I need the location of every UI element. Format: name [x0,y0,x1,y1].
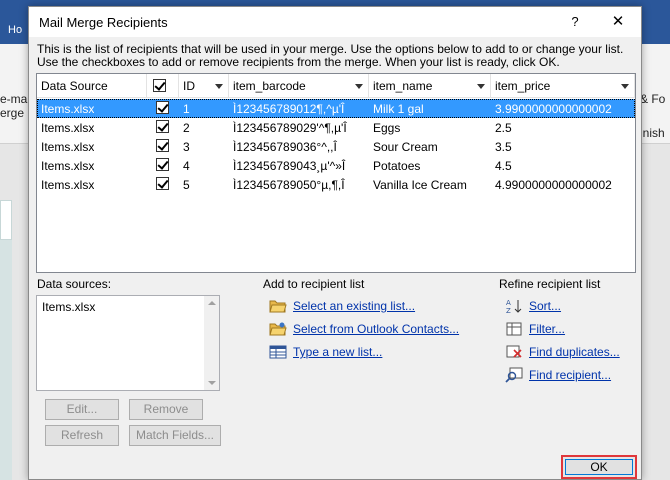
table-edit-icon [269,345,287,359]
row-checkbox[interactable] [156,158,169,171]
row-checkbox[interactable] [156,139,169,152]
chevron-down-icon[interactable] [355,84,363,89]
filter-icon [506,322,522,336]
sort-link[interactable]: A Z Sort... [505,297,625,317]
ok-button[interactable]: OK [561,455,637,479]
instructions-line-2: Use the checkboxes to add or remove reci… [37,55,560,69]
ok-button-label: OK [565,459,633,475]
filter-link[interactable]: Filter... [505,320,625,340]
home-tab-fragment: Ho [8,24,23,36]
magnifier-icon [505,367,523,383]
chevron-down-icon[interactable] [477,84,485,89]
finish-fragment: inish [640,126,665,140]
column-header-item-barcode[interactable]: item_barcode [229,74,369,98]
dialog-instructions: This is the list of recipients that will… [37,43,637,69]
scroll-down-icon[interactable] [208,381,216,385]
row-checkbox[interactable] [156,120,169,133]
dialog-title: Mail Merge Recipients [39,15,168,30]
select-outlook-contacts-link[interactable]: Select from Outlook Contacts... [269,320,469,340]
table-row[interactable]: Items.xlsx 3 Ì123456789036°^,,Î Sour Cre… [37,137,635,156]
column-header-data-source[interactable]: Data Source [37,74,147,98]
mail-merge-recipients-dialog: Mail Merge Recipients ? ✕ This is the li… [28,6,642,480]
recipients-table: Data Source ID item_barcode item_name it… [36,73,636,273]
select-existing-list-link[interactable]: Select an existing list... [269,297,469,317]
table-row[interactable]: Items.xlsx 1 Ì123456789012¶,^µ'Î Milk 1 … [37,99,635,118]
add-to-recipient-list-label: Add to recipient list [263,277,365,291]
duplicates-icon [506,345,522,358]
list-item[interactable]: Items.xlsx [42,300,95,314]
find-duplicates-link[interactable]: Find duplicates... [505,343,635,363]
column-header-item-name[interactable]: item_name [369,74,491,98]
open-folder-icon [269,300,287,313]
close-button[interactable]: ✕ [595,7,641,37]
data-sources-label: Data sources: [37,277,112,291]
data-sources-list[interactable]: Items.xlsx [36,295,220,391]
column-header-id[interactable]: ID [179,74,229,98]
svg-text:A: A [506,299,511,307]
table-row[interactable]: Items.xlsx 2 Ì123456789029'^¶,µ'Î Eggs 2… [37,118,635,137]
font-fragment: & Fo [640,92,666,106]
refresh-button[interactable]: Refresh [45,425,119,446]
sort-az-icon: A Z [506,299,522,314]
select-all-checkbox[interactable] [153,79,166,92]
contacts-folder-icon [269,322,287,336]
help-button[interactable]: ? [565,11,585,33]
table-row[interactable]: Items.xlsx 5 Ì123456789050°µ,¶,Î Vanilla… [37,175,635,194]
table-row[interactable]: Items.xlsx 4 Ì123456789043¸µ'^»Î Potatoe… [37,156,635,175]
document-margin [0,240,12,480]
type-new-list-link[interactable]: Type a new list... [269,343,469,363]
row-checkbox[interactable] [156,101,169,114]
match-fields-button[interactable]: Match Fields... [129,425,221,446]
chevron-down-icon[interactable] [621,84,629,89]
column-header-item-price[interactable]: item_price [491,74,635,98]
row-checkbox[interactable] [156,177,169,190]
merge-fragment: erge [0,106,25,120]
remove-button[interactable]: Remove [129,399,203,420]
data-sources-scrollbar[interactable] [204,296,219,390]
find-recipient-link[interactable]: Find recipient... [505,366,635,386]
chevron-down-icon[interactable] [215,84,223,89]
refine-recipient-list-label: Refine recipient list [499,277,601,291]
column-header-select-all[interactable] [147,74,179,98]
edit-button[interactable]: Edit... [45,399,119,420]
dialog-titlebar: Mail Merge Recipients ? ✕ [29,7,641,37]
svg-text:Z: Z [506,307,511,314]
scroll-up-icon[interactable] [208,301,216,305]
document-page-edge [0,200,12,240]
